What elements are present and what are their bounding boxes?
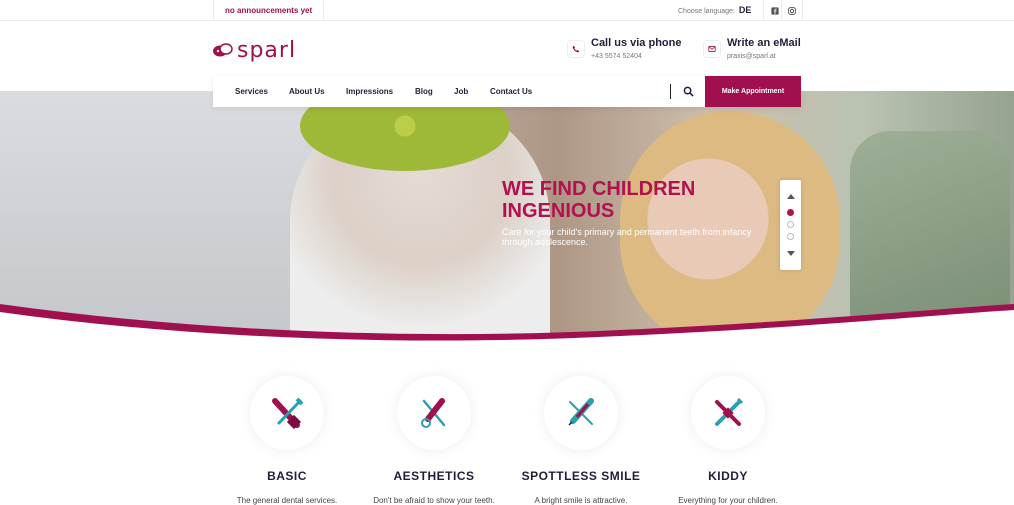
- main-navigation: Services About Us Impressions Blog Job C…: [213, 76, 801, 107]
- hero-title: WE FIND CHILDREN INGENIOUS: [502, 178, 696, 222]
- email-icon: [703, 40, 721, 58]
- service-title: KIDDY: [708, 469, 748, 483]
- language-selector[interactable]: Choose language: DE: [678, 0, 751, 21]
- announcement-text: no announcements yet: [213, 0, 325, 21]
- email-contact[interactable]: Write an eMail praxis@sparl.at: [703, 37, 801, 60]
- toothbrush-paste-icon: [250, 376, 324, 450]
- nav-item-services[interactable]: Services: [235, 76, 268, 107]
- email-address[interactable]: praxis@sparl.at: [727, 53, 801, 60]
- nav-item-blog[interactable]: Blog: [415, 76, 433, 107]
- hero-wave: [0, 304, 1014, 348]
- service-card-kiddy[interactable]: KIDDY Everything for your children.: [653, 360, 803, 505]
- dental-tool-icon: [397, 376, 471, 450]
- nav-item-contact-us[interactable]: Contact Us: [490, 76, 532, 107]
- syringe-icon: [544, 376, 618, 450]
- service-card-aesthetics[interactable]: AESTHETICS Don't be afraid to show your …: [359, 360, 509, 505]
- phone-number[interactable]: +43 5574 52404: [591, 53, 681, 60]
- top-bar: no announcements yet Choose language: DE: [0, 0, 1014, 21]
- language-value[interactable]: DE: [739, 5, 752, 15]
- instagram-icon[interactable]: [781, 0, 803, 21]
- slider-up-arrow-icon[interactable]: [787, 194, 795, 199]
- nav-item-about-us[interactable]: About Us: [289, 76, 325, 107]
- services-section: BASIC The general dental services. AESTH…: [0, 360, 1014, 505]
- logo-tooth-icon: [213, 43, 233, 57]
- logo-text: sparl: [237, 37, 297, 63]
- service-card-spotless-smile[interactable]: SPOTTLESS SMILE A bright smile is attrac…: [506, 360, 656, 505]
- nav-divider: [670, 84, 671, 99]
- slider-down-arrow-icon[interactable]: [787, 251, 795, 256]
- hero-subtitle: Care for your child's primary and perman…: [502, 227, 752, 247]
- site-logo[interactable]: sparl: [213, 37, 297, 63]
- service-title: SPOTTLESS SMILE: [521, 469, 641, 483]
- kids-toothbrush-icon: [691, 376, 765, 450]
- service-card-basic[interactable]: BASIC The general dental services.: [212, 360, 362, 505]
- service-description: The general dental services.: [236, 496, 338, 505]
- slider-navigation: [780, 180, 801, 270]
- slider-dot[interactable]: [787, 209, 794, 216]
- service-title: BASIC: [267, 469, 307, 483]
- slider-dot[interactable]: [787, 233, 794, 240]
- phone-contact[interactable]: Call us via phone +43 5574 52404: [567, 37, 681, 60]
- service-description: Everything for your children.: [678, 496, 778, 505]
- email-title: Write an eMail: [727, 37, 801, 49]
- nav-item-job[interactable]: Job: [454, 76, 468, 107]
- service-description: A bright smile is attractive.: [534, 496, 628, 505]
- make-appointment-button[interactable]: Make Appointment: [705, 76, 801, 107]
- service-title: AESTHETICS: [393, 469, 475, 483]
- search-icon[interactable]: [683, 86, 694, 97]
- phone-title: Call us via phone: [591, 37, 682, 49]
- slider-dot[interactable]: [787, 221, 794, 228]
- phone-icon: [567, 40, 585, 58]
- service-description: Don't be afraid to show your teeth.: [373, 496, 495, 505]
- nav-item-impressions[interactable]: Impressions: [346, 76, 393, 107]
- language-label: Choose language:: [678, 8, 735, 15]
